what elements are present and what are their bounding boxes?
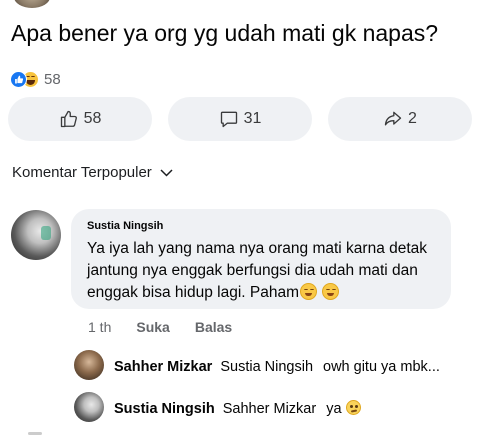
- reply-avatar[interactable]: [74, 350, 104, 380]
- share-count: 2: [408, 110, 417, 127]
- comment-author[interactable]: Sustia Ningsih: [87, 220, 435, 232]
- comment-button[interactable]: 31: [168, 97, 312, 141]
- comment-sort-dropdown[interactable]: Komentar Terpopuler: [12, 164, 173, 181]
- reply-mention[interactable]: Sustia Ningsih: [220, 359, 313, 375]
- comment-time: 1 th: [88, 319, 112, 335]
- reply-author[interactable]: Sustia Ningsih: [114, 401, 215, 417]
- next-item-edge: [0, 430, 481, 435]
- like-reaction-icon: [10, 71, 27, 88]
- comment-count: 31: [243, 110, 262, 127]
- thumbs-up-icon: [60, 110, 77, 128]
- sort-label: Komentar Terpopuler: [12, 164, 152, 181]
- reply-text: owh gitu ya mbk...: [323, 359, 440, 375]
- post-author-avatar[interactable]: [14, 0, 50, 8]
- reply-item[interactable]: Sustia Ningsih Sahher Mizkar ya: [114, 400, 361, 417]
- comment-text-container: Ya iya lah yang nama nya orang mati karn…: [87, 238, 435, 304]
- smile-emoji-icon: [322, 283, 340, 300]
- comment-meta: 1 th Suka Balas: [88, 319, 232, 335]
- like-count: 58: [83, 110, 102, 127]
- share-arrow-icon: [384, 111, 402, 126]
- reply-avatar[interactable]: [74, 392, 104, 422]
- relieved-emoji-icon: [299, 283, 317, 300]
- reply-text: ya: [326, 401, 342, 417]
- speech-bubble-icon: [220, 111, 237, 128]
- chevron-down-icon: [160, 168, 173, 177]
- commenter-avatar[interactable]: [11, 210, 61, 260]
- reaction-count: 58: [44, 71, 61, 88]
- reply-item[interactable]: Sahher Mizkar Sustia Ningsih owh gitu ya m…: [114, 359, 440, 375]
- comment-like-link[interactable]: Suka: [136, 319, 169, 335]
- like-button[interactable]: 58: [8, 97, 152, 141]
- comment-reply-link[interactable]: Balas: [195, 319, 232, 335]
- worried-emoji-icon: [345, 400, 361, 415]
- reply-author[interactable]: Sahher Mizkar: [114, 359, 212, 375]
- comment-bubble: Sustia Ningsih Ya iya lah yang nama nya …: [71, 209, 451, 309]
- comment-text: Ya iya lah yang nama nya orang mati karn…: [87, 240, 428, 301]
- post-text: Apa bener ya org yg udah mati gk napas?: [11, 20, 439, 46]
- reaction-summary[interactable]: 58: [10, 71, 61, 88]
- reply-mention[interactable]: Sahher Mizkar: [223, 401, 316, 417]
- share-button[interactable]: 2: [328, 97, 472, 141]
